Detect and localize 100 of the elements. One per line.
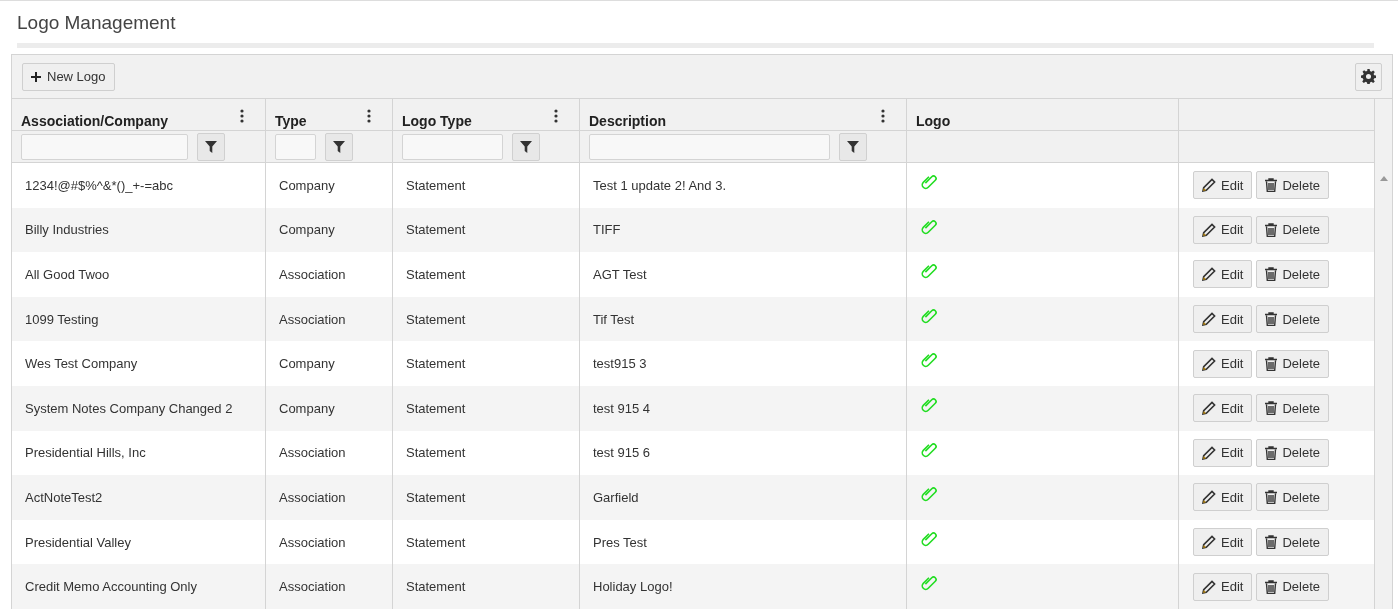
pencil-icon <box>1202 356 1216 371</box>
delete-button[interactable]: Delete <box>1256 528 1329 557</box>
company-cell: ActNoteTest2 <box>25 489 103 505</box>
column-menu-icon[interactable] <box>881 109 885 123</box>
logo-type-cell: Statement <box>406 400 466 416</box>
plus-icon <box>31 71 41 82</box>
column-title: Association/Company <box>21 113 169 129</box>
edit-button[interactable]: Edit <box>1193 260 1253 289</box>
paperclip-icon[interactable] <box>921 262 939 281</box>
scroll-up-icon[interactable] <box>1379 176 1388 181</box>
delete-button[interactable]: Delete <box>1256 438 1329 467</box>
paperclip-icon[interactable] <box>921 217 939 236</box>
delete-button[interactable]: Delete <box>1256 394 1329 423</box>
description-cell: Pres Test <box>593 534 647 550</box>
company-cell: 1234!@#$%^&*()_+-=abc <box>25 177 173 193</box>
company-cell: Presidential Valley <box>25 534 131 550</box>
logo-type-cell: Statement <box>406 311 466 327</box>
new-logo-button[interactable]: New Logo <box>22 62 115 91</box>
paperclip-icon[interactable] <box>921 351 939 370</box>
delete-button[interactable]: Delete <box>1256 260 1329 289</box>
delete-button[interactable]: Delete <box>1256 215 1329 244</box>
column-menu-icon[interactable] <box>367 109 371 123</box>
logo-type-cell: Statement <box>406 534 466 550</box>
filter-field[interactable] <box>402 133 503 160</box>
trash-icon <box>1265 178 1278 193</box>
logo-type-cell: Statement <box>406 177 466 193</box>
type-cell: Association <box>279 489 346 505</box>
trash-icon <box>1265 312 1278 327</box>
filter-icon <box>847 140 859 153</box>
type-cell: Association <box>279 445 346 461</box>
pencil-icon <box>1202 401 1216 416</box>
trash-icon <box>1265 445 1278 460</box>
paperclip-icon[interactable] <box>921 574 939 593</box>
edit-button[interactable]: Edit <box>1193 483 1253 512</box>
pencil-icon <box>1202 579 1216 594</box>
company-cell: Presidential Hills, Inc <box>25 445 146 461</box>
delete-button[interactable]: Delete <box>1256 349 1329 378</box>
delete-button[interactable]: Delete <box>1256 305 1329 334</box>
pencil-icon <box>1202 490 1216 505</box>
edit-button[interactable]: Edit <box>1193 394 1253 423</box>
edit-button[interactable]: Edit <box>1193 528 1253 557</box>
description-cell: test915 3 <box>593 356 647 372</box>
column-menu-icon[interactable] <box>240 109 244 123</box>
pencil-icon <box>1202 267 1216 282</box>
description-cell: Test 1 update 2! And 3. <box>593 177 726 193</box>
filter-button[interactable] <box>839 132 867 161</box>
edit-button[interactable]: Edit <box>1193 349 1253 378</box>
filter-field[interactable] <box>21 133 188 160</box>
description-cell: TIFF <box>593 222 621 238</box>
edit-button[interactable]: Edit <box>1193 171 1253 200</box>
pencil-icon <box>1202 535 1216 550</box>
company-cell: 1099 Testing <box>25 311 99 327</box>
pencil-icon <box>1202 222 1216 237</box>
type-cell: Company <box>279 400 335 416</box>
edit-button[interactable]: Edit <box>1193 438 1253 467</box>
pencil-icon <box>1202 178 1216 193</box>
settings-icon <box>1361 69 1376 84</box>
description-cell: Tif Test <box>593 311 635 327</box>
filter-button[interactable] <box>325 132 353 161</box>
trash-icon <box>1265 579 1278 594</box>
trash-icon <box>1265 267 1278 282</box>
type-cell: Company <box>279 177 335 193</box>
paperclip-icon[interactable] <box>921 306 939 325</box>
company-cell: Wes Test Company <box>25 356 138 372</box>
trash-icon <box>1265 222 1278 237</box>
paperclip-icon[interactable] <box>921 173 939 191</box>
filter-field[interactable] <box>589 133 830 160</box>
description-cell: Holiday Logo! <box>593 579 673 595</box>
logo-type-cell: Statement <box>406 222 466 238</box>
paperclip-icon[interactable] <box>921 485 939 504</box>
filter-button[interactable] <box>197 132 225 161</box>
delete-button[interactable]: Delete <box>1256 483 1329 512</box>
filter-icon <box>205 140 217 153</box>
filter-field[interactable] <box>275 133 316 160</box>
paperclip-icon[interactable] <box>921 529 939 548</box>
filter-icon <box>520 140 532 153</box>
edit-button[interactable]: Edit <box>1193 305 1253 334</box>
delete-button[interactable]: Delete <box>1256 171 1329 200</box>
column-title: Logo <box>916 113 951 129</box>
trash-icon <box>1265 356 1278 371</box>
trash-icon <box>1265 535 1278 550</box>
logo-type-cell: Statement <box>406 267 466 282</box>
trash-icon <box>1265 401 1278 416</box>
logo-type-cell: Statement <box>406 579 466 595</box>
paperclip-icon[interactable] <box>921 395 939 414</box>
edit-button[interactable]: Edit <box>1193 572 1253 601</box>
logo-type-cell: Statement <box>406 445 466 461</box>
trash-icon <box>1265 490 1278 505</box>
filter-icon <box>333 140 345 153</box>
settings-button[interactable] <box>1355 62 1382 91</box>
logo-type-cell: Statement <box>406 489 466 505</box>
description-cell: test 915 4 <box>593 400 651 416</box>
delete-button[interactable]: Delete <box>1256 572 1329 601</box>
column-menu-icon[interactable] <box>554 109 558 123</box>
column-title: Description <box>589 113 666 129</box>
company-cell: Credit Memo Accounting Only <box>25 579 197 595</box>
paperclip-icon[interactable] <box>921 440 939 459</box>
edit-button[interactable]: Edit <box>1193 215 1253 244</box>
filter-button[interactable] <box>512 132 540 161</box>
type-cell: Company <box>279 356 335 372</box>
